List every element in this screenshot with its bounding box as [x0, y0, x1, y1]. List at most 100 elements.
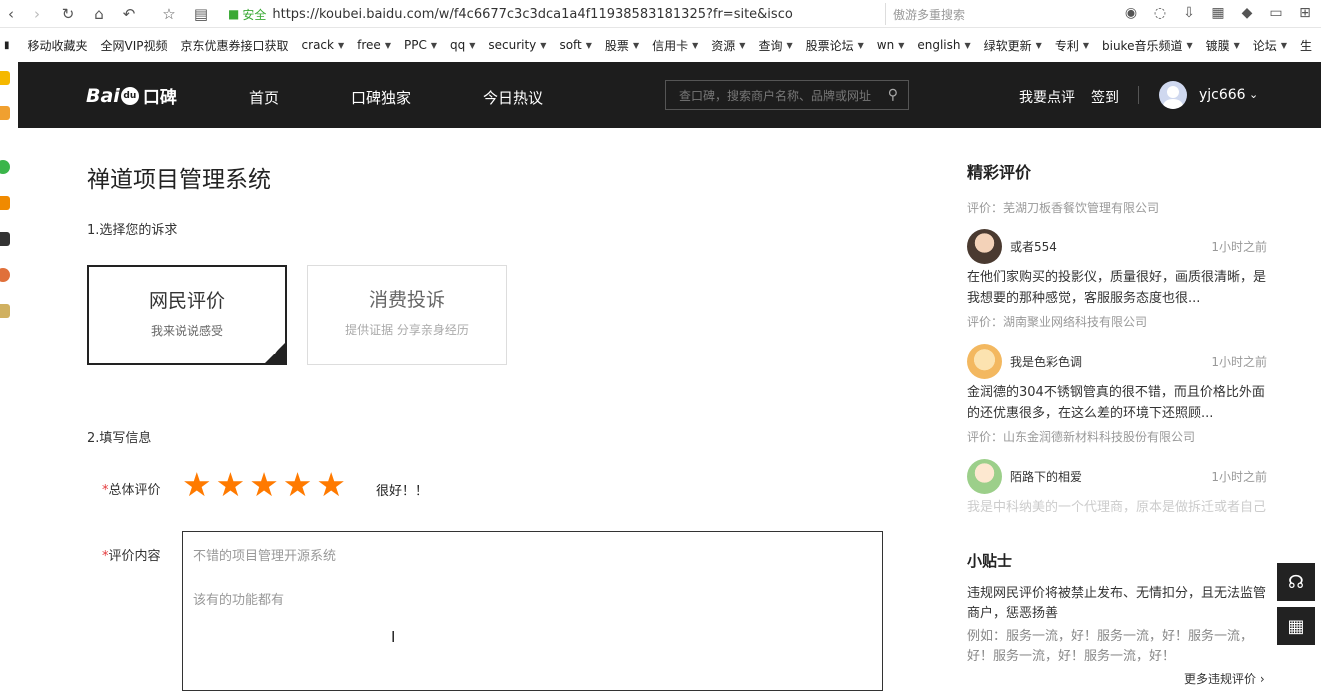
chevron-down-icon: ▼ [739, 40, 746, 50]
refresh-icon[interactable]: ↻ [57, 3, 79, 25]
chevron-down-icon: ▼ [469, 40, 476, 50]
bookmark-item[interactable]: free ▼ [357, 38, 391, 52]
wechat-icon[interactable] [0, 160, 10, 174]
bookmark-item[interactable]: 股票论坛 ▼ [806, 37, 864, 54]
review-company[interactable]: 评价：山东金润德新材料科技股份有限公司 [967, 428, 1267, 448]
game-icon[interactable] [0, 268, 10, 282]
bookmark-item[interactable]: 生 [1300, 37, 1312, 54]
url-text[interactable]: https://koubei.baidu.com/w/f4c6677c3c3dc… [272, 7, 792, 22]
divider [1138, 86, 1139, 104]
browser-search-input[interactable]: 傲游多重搜索 [885, 3, 1080, 25]
nav-home[interactable]: 首页 [249, 87, 279, 108]
review-text[interactable]: 金润德的304不锈钢管真的很不错，而且价格比外面的还优惠很多，在这么差的环境下还… [967, 382, 1267, 424]
bookmark-item[interactable]: biuke音乐频道 ▼ [1102, 37, 1193, 54]
bookmark-item[interactable]: wn ▼ [877, 38, 905, 52]
secure-label: 安全 [242, 7, 267, 22]
bookmark-item[interactable]: 论坛 ▼ [1253, 37, 1287, 54]
bookmark-item[interactable]: security ▼ [488, 38, 546, 52]
nav-hot-topics[interactable]: 今日热议 [483, 87, 543, 108]
bookmarks-bar: ▮ 移动收藏夹 全网VIP视频 京东优惠券接口获取 crack ▼ free ▼ PPC ▼ qq… [0, 32, 1321, 58]
avatar[interactable] [1159, 81, 1187, 109]
review-text[interactable]: 我是中科纳美的一个代理商，原本是做拆迁或者自己 [967, 497, 1267, 539]
username[interactable]: yjc666 [1199, 87, 1246, 103]
back-icon[interactable]: ‹ [0, 3, 22, 25]
bookmark-item[interactable]: 绿软更新 ▼ [984, 37, 1042, 54]
bookmark-item[interactable]: english ▼ [917, 38, 970, 52]
sign-in-link[interactable]: 签到 [1091, 87, 1119, 107]
apps-icon[interactable]: ⊞ [1295, 3, 1315, 23]
bookmark-item[interactable]: 京东优惠券接口获取 [181, 37, 289, 54]
consumer-complaint-card[interactable]: 消费投诉 提供证据 分享亲身经历 [307, 265, 507, 365]
review-item[interactable]: 或者554 1小时之前 在他们家购买的投影仪，质量很好，画质很清晰，是我想要的那… [967, 218, 1267, 333]
star-icon[interactable]: ★ [216, 468, 246, 502]
search-icon[interactable]: ⚲ [888, 87, 898, 103]
review-company[interactable]: 评价：芜湖刀板香餐饮管理有限公司 [967, 199, 1267, 219]
bookmark-item[interactable]: 镀膜 ▼ [1206, 37, 1240, 54]
undo-icon[interactable]: ↶ [118, 3, 140, 25]
address-bar[interactable]: ■ 安全 https://koubei.baidu.com/w/f4c6677c… [228, 3, 878, 25]
side-favorites-strip [0, 62, 12, 684]
bookmark-item[interactable]: 股票 ▼ [605, 37, 639, 54]
bookmark-item[interactable]: 专利 ▼ [1055, 37, 1089, 54]
review-user[interactable]: 或者554 [1010, 238, 1057, 255]
chevron-down-icon[interactable]: ⌄ [1249, 88, 1258, 101]
rating-stars[interactable]: ★ ★ ★ ★ ★ [182, 468, 346, 502]
chevron-down-icon: ▼ [1082, 40, 1089, 50]
note-icon[interactable] [0, 106, 10, 120]
avatar[interactable] [967, 228, 1002, 264]
chat-icon[interactable]: ◌ [1150, 3, 1170, 23]
rss-icon[interactable] [0, 196, 10, 210]
bookmark-item[interactable]: 查询 ▼ [758, 37, 792, 54]
review-text[interactable]: 在他们家购买的投影仪，质量很好，画质很清晰，是我想要的那种感觉，客服服务态度也很… [967, 267, 1267, 309]
headset-icon[interactable]: ☊ [1277, 563, 1315, 601]
netizen-review-card[interactable]: 网民评价 我来说说感受 ✓ [87, 265, 287, 365]
bookmark-item[interactable]: 信用卡 ▼ [652, 37, 698, 54]
review-company[interactable]: 评价：湖南聚业网络科技有限公司 [967, 313, 1267, 333]
film-icon[interactable] [0, 232, 10, 246]
bookmark-item[interactable]: soft ▼ [559, 38, 591, 52]
bookmark-item[interactable]: crack ▼ [302, 38, 345, 52]
bookmark-item[interactable]: qq ▼ [450, 38, 475, 52]
bookmark-item[interactable]: PPC ▼ [404, 38, 437, 52]
more-violations-link[interactable]: 更多违规评价 › [1184, 670, 1265, 687]
qrcode-icon[interactable]: ▦ [1277, 607, 1315, 645]
bookmark-item[interactable]: 全网VIP视频 [101, 37, 168, 54]
edit-icon[interactable] [0, 304, 10, 318]
favorite-star-icon[interactable]: ☆ [158, 3, 180, 25]
baidu-koubei-logo[interactable]: Bai du 口碑 [86, 83, 177, 109]
bookmark-item[interactable]: 资源 ▼ [711, 37, 745, 54]
forward-icon[interactable]: › [26, 3, 48, 25]
write-review-link[interactable]: 我要点评 [1019, 87, 1075, 107]
review-user[interactable]: 我是色彩色调 [1010, 353, 1082, 370]
bookmark-item[interactable]: 移动收藏夹 [28, 37, 88, 54]
chevron-down-icon: ▼ [1233, 40, 1240, 50]
star-icon[interactable]: ★ [316, 468, 346, 502]
home-icon[interactable]: ⌂ [88, 3, 110, 25]
review-item[interactable]: 我是色彩色调 1小时之前 金润德的304不锈钢管真的很不错，而且价格比外面的还优… [967, 333, 1267, 448]
lock-icon: ■ [228, 7, 240, 21]
nav-koubei-exclusive[interactable]: 口碑独家 [351, 87, 411, 108]
site-search-input[interactable]: 查口碑，搜索商户名称、品牌或网址 ⚲ [665, 80, 909, 110]
extension-icon[interactable]: ◉ [1121, 3, 1141, 23]
review-item[interactable]: 陌路下的相爱 1小时之前 我是中科纳美的一个代理商，原本是做拆迁或者自己 [967, 448, 1267, 539]
avatar[interactable] [967, 343, 1002, 379]
qrcode-icon[interactable]: ▦ [1208, 3, 1228, 23]
review-time: 1小时之前 [1211, 469, 1267, 484]
star-icon[interactable]: ★ [182, 468, 212, 502]
chevron-down-icon: ▼ [786, 40, 793, 50]
review-user[interactable]: 陌路下的相爱 [1010, 468, 1082, 485]
review-content-textarea[interactable]: 不错的项目管理开源系统 该有的功能都有 [182, 531, 883, 691]
bookmarks-menu-icon[interactable]: ▮ [4, 40, 10, 51]
checkmark-icon: ✓ [265, 343, 285, 363]
paw-icon: du [120, 86, 139, 105]
star-icon[interactable]: ★ [283, 468, 313, 502]
star-icon[interactable]: ★ [249, 468, 279, 502]
download-icon[interactable]: ⇩ [1179, 3, 1199, 23]
toolbox-icon[interactable]: ▭ [1266, 3, 1286, 23]
star-icon[interactable] [0, 71, 10, 85]
reader-icon[interactable]: ▤ [190, 3, 212, 25]
chevron-down-icon: ▼ [1280, 40, 1287, 50]
chevron-down-icon: ▼ [898, 40, 905, 50]
avatar[interactable] [967, 458, 1002, 494]
plugin-icon[interactable]: ◆ [1237, 3, 1257, 23]
